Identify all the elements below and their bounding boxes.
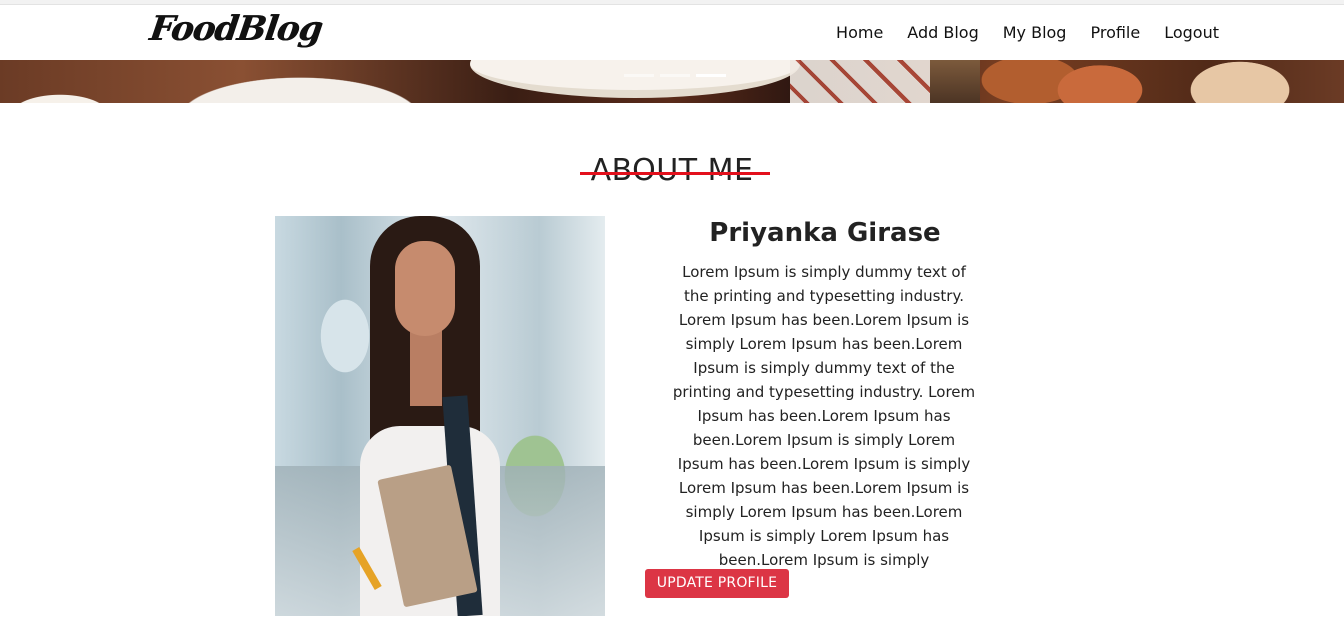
hero-image-cork: [930, 60, 980, 103]
nav-link-my-blog[interactable]: My Blog: [1003, 23, 1067, 42]
update-profile-button[interactable]: UPDATE PROFILE: [645, 569, 789, 598]
nav-link-home[interactable]: Home: [836, 23, 883, 42]
profile-photo: [275, 216, 605, 616]
profile-name: Priyanka Girase: [709, 218, 941, 248]
carousel-indicator-2[interactable]: [660, 74, 690, 77]
brand-logo[interactable]: FoodBlog: [147, 9, 324, 49]
navbar: FoodBlog Home Add Blog My Blog Profile L…: [0, 5, 1344, 60]
carousel-indicator-1[interactable]: [624, 74, 654, 77]
about-me-heading: ABOUT ME: [590, 152, 754, 188]
nav-menu: Home Add Blog My Blog Profile Logout: [836, 23, 1219, 42]
hero-image-cloth: [790, 60, 930, 103]
hero-image-plate: [470, 60, 800, 98]
carousel-indicator-3[interactable]: [696, 74, 726, 77]
profile-bio: Lorem Ipsum is simply dummy text of the …: [672, 263, 976, 569]
nav-link-logout[interactable]: Logout: [1164, 23, 1219, 42]
hero-carousel: [0, 60, 1344, 103]
photo-neck: [410, 326, 442, 406]
nav-link-profile[interactable]: Profile: [1090, 23, 1140, 42]
nav-link-add-blog[interactable]: Add Blog: [907, 23, 978, 42]
photo-face: [395, 241, 455, 336]
carousel-indicators: [624, 74, 726, 77]
heading-underline: [580, 172, 770, 175]
